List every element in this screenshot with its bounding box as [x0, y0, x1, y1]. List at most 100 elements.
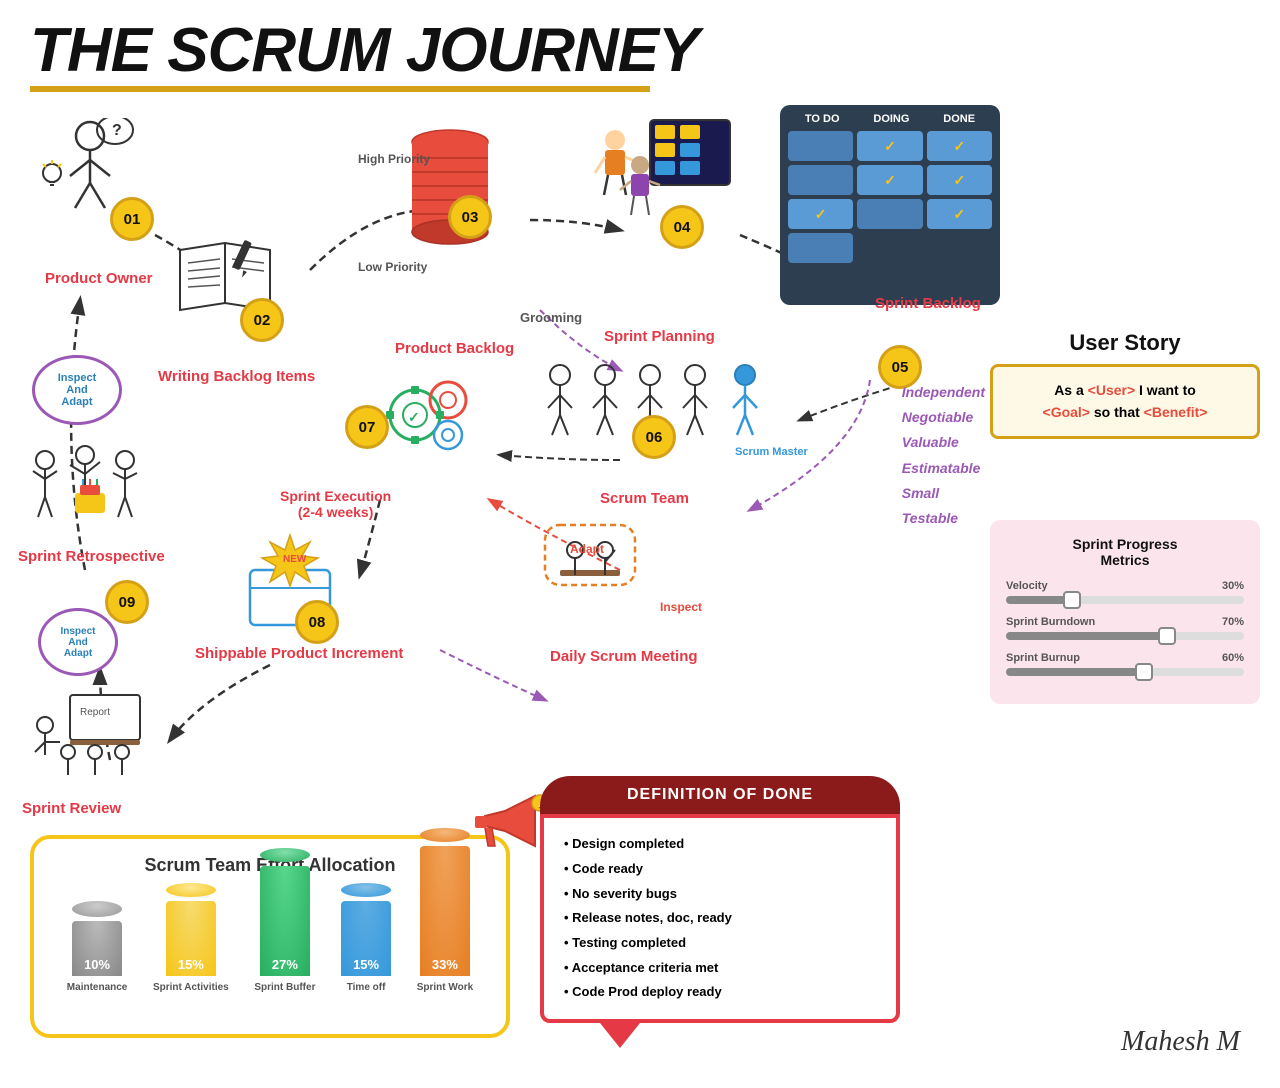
metric-burnup-labels: Sprint Burnup 60%	[1006, 652, 1244, 664]
metric-burnup-value: 60%	[1222, 652, 1244, 664]
metric-burndown-slider[interactable]	[1006, 632, 1244, 640]
svg-text:?: ?	[112, 122, 122, 139]
metric-burndown-value: 70%	[1222, 616, 1244, 628]
dod-item-4: • Release notes, doc, ready	[564, 906, 876, 931]
product-backlog-label: Product Backlog	[395, 340, 514, 357]
bar-sprint-buffer-pct: 27%	[272, 957, 298, 972]
metric-burndown-thumb[interactable]	[1158, 627, 1176, 645]
product-owner-label: Product Owner	[45, 270, 153, 287]
todo-card-1	[788, 131, 853, 161]
user-story-section: User Story As a <User> I want to <Goal> …	[990, 330, 1260, 439]
bar-sprint-work-pct: 33%	[432, 957, 458, 972]
metrics-title: Sprint ProgressMetrics	[1006, 536, 1244, 568]
user-story-prefix: As a	[1054, 382, 1087, 398]
metric-velocity-label: Velocity	[1006, 580, 1048, 592]
bar-time-off-pct: 15%	[353, 957, 379, 972]
badge-08: 08	[295, 600, 339, 644]
dod-item-7: • Code Prod deploy ready	[564, 980, 876, 1005]
board-col-done: Done	[943, 113, 975, 125]
daily-scrum-label: Daily Scrum Meeting	[550, 648, 698, 665]
user-story-middle: I want to	[1135, 382, 1196, 398]
user-story-box: As a <User> I want to <Goal> so that <Be…	[990, 364, 1260, 439]
svg-text:✓: ✓	[408, 409, 420, 425]
metric-burnup-label: Sprint Burnup	[1006, 652, 1080, 664]
sprint-retro-label: Sprint Retrospective	[18, 548, 165, 565]
grooming-label: Grooming	[520, 310, 582, 325]
high-priority-label: High Priority	[358, 152, 430, 166]
scrum-team-label: Scrum Team	[600, 490, 689, 507]
sprint-review-label: Sprint Review	[22, 800, 121, 817]
metrics-section: Sprint ProgressMetrics Velocity 30% Spri…	[990, 520, 1260, 704]
invest-independent: Independent	[902, 380, 985, 405]
bar-sprint-work: 33% Sprint Work	[417, 846, 473, 993]
invest-testable: Testable	[902, 506, 985, 531]
board-cols	[788, 131, 992, 281]
done-card-2	[927, 165, 992, 195]
bar-maintenance-top	[72, 901, 122, 917]
metric-burnup: Sprint Burnup 60%	[1006, 652, 1244, 676]
sprint-review-icon: Report	[20, 690, 170, 785]
user-story-suffix: so that	[1090, 404, 1144, 420]
metric-velocity-thumb[interactable]	[1063, 591, 1081, 609]
bar-time-off-top	[341, 883, 391, 897]
title-text: THE SCRUM JOURNEY	[30, 20, 1250, 82]
badge-01: 01	[110, 197, 154, 241]
dod-item-5: • Testing completed	[564, 931, 876, 956]
metric-burnup-fill	[1006, 668, 1149, 676]
invest-negotiable: Negotiable	[902, 405, 985, 430]
badge-09: 09	[105, 580, 149, 624]
invest-list: Independent Negotiable Valuable Estimata…	[902, 380, 985, 531]
user-story-benefit: <Benefit>	[1144, 404, 1208, 420]
scrum-team-icon: Scrum Master	[530, 355, 810, 470]
done-card-1	[927, 131, 992, 161]
inspect-label: Inspect	[660, 600, 702, 614]
bar-time-off-bar: 15%	[341, 901, 391, 976]
bar-sprint-work-top	[420, 828, 470, 842]
metric-velocity-value: 30%	[1222, 580, 1244, 592]
board-col-doing-cards	[857, 131, 922, 281]
badge-02: 02	[240, 298, 284, 342]
svg-text:Scrum Master: Scrum Master	[735, 446, 808, 458]
bar-sprint-activities-label: Sprint Activities	[153, 982, 229, 993]
badge-06: 06	[632, 415, 676, 459]
sprint-backlog-label: Sprint Backlog	[875, 295, 981, 312]
todo-card-3	[788, 199, 853, 229]
badge-03: 03	[448, 195, 492, 239]
shippable-label: Shippable Product Increment	[195, 645, 403, 662]
doing-card-2	[857, 165, 922, 195]
badge-04: 04	[660, 205, 704, 249]
board-col-todo-cards	[788, 131, 853, 281]
dod-header: DEFINITION OF DONE	[540, 776, 900, 814]
bar-sprint-buffer-label: Sprint Buffer	[254, 982, 315, 993]
badge-07: 07	[345, 405, 389, 449]
invest-valuable: Valuable	[902, 430, 985, 455]
metric-velocity-slider[interactable]	[1006, 596, 1244, 604]
user-story-title: User Story	[990, 330, 1260, 356]
metric-burnup-thumb[interactable]	[1135, 663, 1153, 681]
bar-sprint-activities-bar: 15%	[166, 901, 216, 976]
signature: Mahesh M	[1121, 1026, 1240, 1058]
bar-sprint-buffer-top	[260, 848, 310, 862]
bar-sprint-work-bar: 33%	[420, 846, 470, 976]
main-title: THE SCRUM JOURNEY	[30, 20, 1250, 92]
metric-velocity-labels: Velocity 30%	[1006, 580, 1244, 592]
dod-item-3: • No severity bugs	[564, 882, 876, 907]
done-card-3	[927, 199, 992, 229]
inspect-adapt-top-text: InspectAndAdapt	[47, 372, 107, 408]
bar-maintenance-bar: 10%	[72, 921, 122, 976]
todo-card-2	[788, 165, 853, 195]
effort-section: Scrum Team Effort Allocation 10% Mainten…	[30, 835, 510, 1038]
megaphone-icon: 🔔	[470, 791, 550, 876]
board-header: To Do Doing Done	[788, 113, 992, 125]
dod-body: • Design completed • Code ready • No sev…	[540, 814, 900, 1023]
invest-small: Small	[902, 481, 985, 506]
bar-sprint-buffer-bar: 27%	[260, 866, 310, 976]
board-col-todo: To Do	[805, 113, 840, 125]
metric-burnup-slider[interactable]	[1006, 668, 1244, 676]
adapt-label: Adapt	[570, 542, 604, 556]
bar-time-off: 15% Time off	[341, 901, 391, 993]
page-container: THE SCRUM JOURNEY	[0, 0, 1280, 1088]
user-story-user: <User>	[1088, 382, 1135, 398]
sprint-exec-label: Sprint Execution(2-4 weeks)	[280, 488, 391, 520]
bar-sprint-activities: 15% Sprint Activities	[153, 901, 229, 993]
